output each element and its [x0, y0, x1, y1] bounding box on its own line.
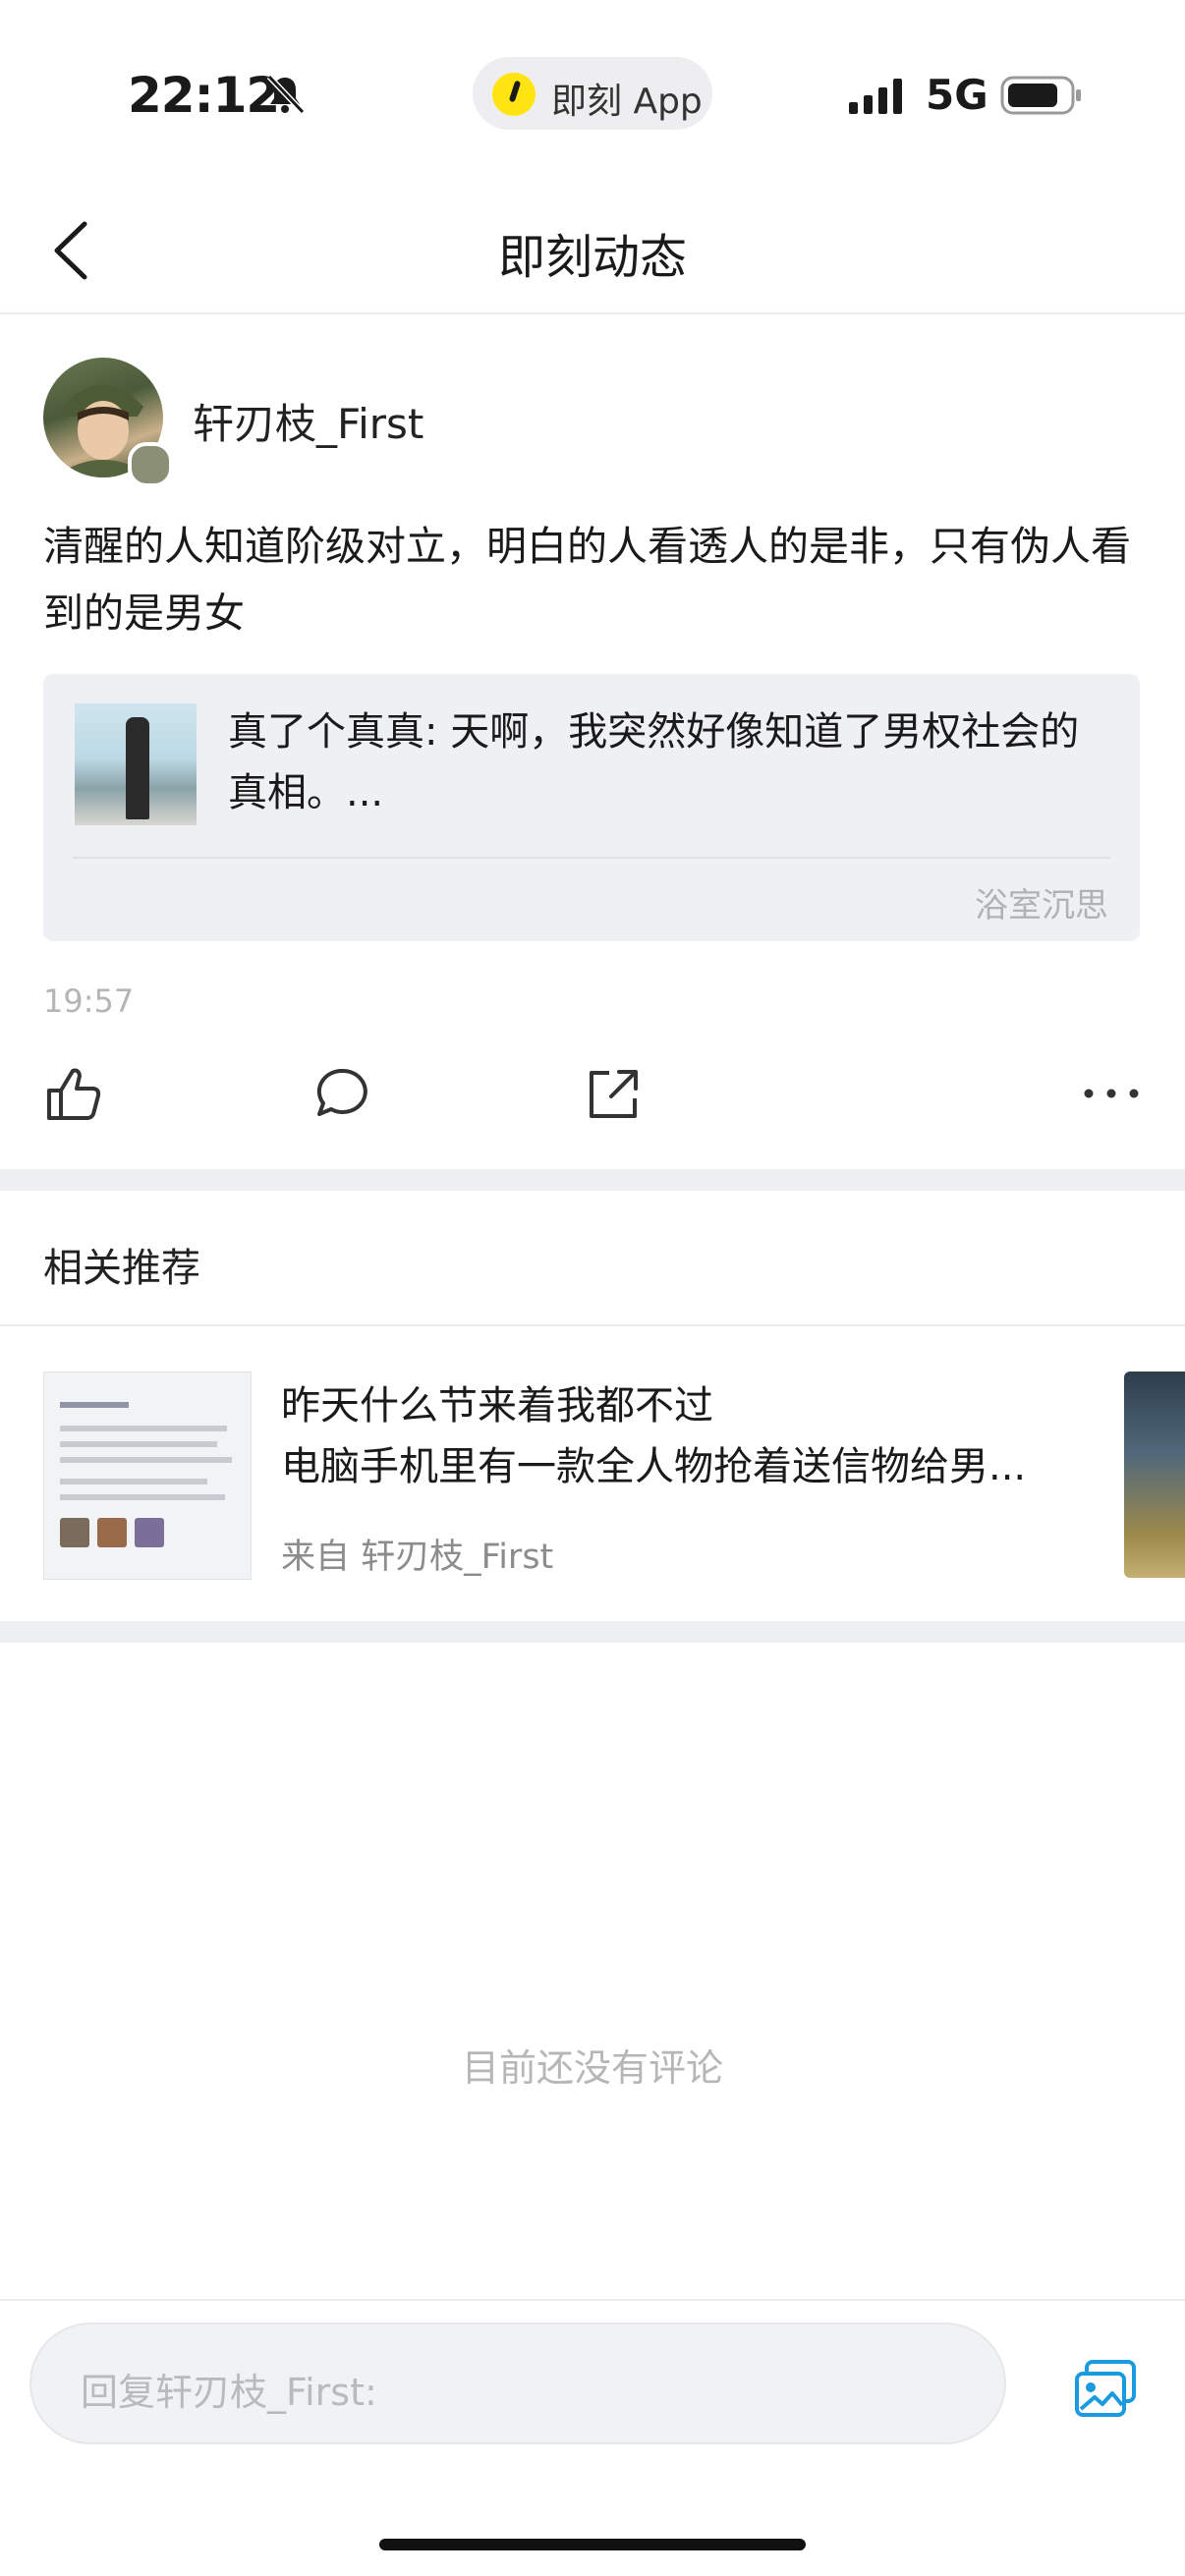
app-indicator-pill[interactable]: 即刻 App [473, 57, 712, 130]
bell-slash-icon [266, 74, 306, 115]
related-divider [0, 1324, 1185, 1326]
signal-icon [849, 79, 902, 114]
quoted-post[interactable]: 真了个真真: 天啊，我突然好像知道了男权社会的真相。... 浴室沉思 [43, 674, 1140, 941]
more-icon[interactable] [1081, 1063, 1142, 1124]
related-thumbnail-next[interactable] [1124, 1372, 1185, 1578]
related-thumbnail[interactable] [43, 1372, 252, 1580]
jike-logo-icon [492, 73, 536, 116]
related-item-title[interactable]: 昨天什么节来着我都不过 电脑手机里有一款全人物抢着送信物给男... [281, 1375, 1087, 1497]
image-icon[interactable] [1073, 2358, 1138, 2419]
comment-icon[interactable] [312, 1063, 373, 1124]
no-comments-text: 目前还没有评论 [461, 2046, 723, 2090]
page-title: 即刻动态 [497, 230, 687, 285]
section-gap [0, 1169, 1185, 1191]
battery-icon [1000, 76, 1081, 115]
quote-thumbnail [75, 703, 197, 825]
related-item-title-line2: 电脑手机里有一款全人物抢着送信物给男... [281, 1444, 1027, 1489]
reply-placeholder: 回复轩刃枝_First: [81, 2371, 377, 2414]
home-indicator[interactable] [379, 2539, 806, 2550]
verified-badge-icon [128, 442, 173, 487]
post-content: 清醒的人知道阶级对立，明白的人看透人的是非，只有伪人看到的是男女 [43, 523, 1131, 637]
status-time: 22:12 [128, 67, 280, 124]
app-indicator-label: 即刻 App [551, 82, 703, 122]
share-icon[interactable] [582, 1063, 643, 1124]
post-time: 19:57 [43, 982, 135, 1020]
section-gap [0, 1621, 1185, 1643]
quote-text: 真了个真真: 天啊，我突然好像知道了男权社会的真相。... [228, 709, 1080, 815]
post-author[interactable]: 轩刃枝_First [193, 391, 423, 451]
related-item-title-line1: 昨天什么节来着我都不过 [281, 1383, 713, 1428]
quote-source[interactable]: 浴室沉思 [975, 878, 1108, 926]
network-type: 5G [926, 71, 988, 119]
reply-bar-divider [0, 2299, 1185, 2301]
related-section-title: 相关推荐 [43, 1246, 200, 1291]
related-item-source: 来自 轩刃枝_First [281, 1538, 554, 1577]
like-icon[interactable] [43, 1063, 104, 1124]
header-divider [0, 312, 1185, 314]
quote-divider [73, 857, 1110, 859]
reply-input[interactable]: 回复轩刃枝_First: [29, 2323, 1006, 2444]
